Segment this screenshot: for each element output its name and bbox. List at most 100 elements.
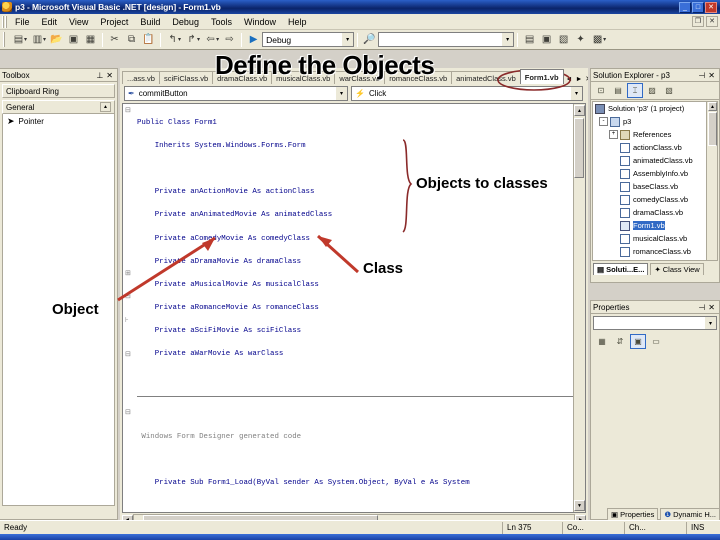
object-browser-icon[interactable]: ▩ xyxy=(589,32,606,48)
toolbox-section-general[interactable]: General ▲ xyxy=(2,100,115,114)
property-pages-icon[interactable]: ▣ xyxy=(630,334,646,349)
outline-toggle-commit-button[interactable]: ⊟ xyxy=(125,408,131,416)
vertical-scroll-thumb[interactable] xyxy=(574,118,584,178)
tree-node-project[interactable]: - p3 xyxy=(593,115,717,128)
alphabetic-icon[interactable]: ⇵ xyxy=(612,334,628,349)
menu-project[interactable]: Project xyxy=(94,16,134,28)
undo-icon[interactable]: ↰ xyxy=(164,32,181,48)
find-in-files-icon[interactable]: 🔎 xyxy=(361,32,378,48)
new-project-icon[interactable]: ▤ xyxy=(10,32,27,48)
open-file-icon[interactable]: 📂 xyxy=(48,32,65,48)
view-designer-icon[interactable]: ▧ xyxy=(661,83,677,98)
code-line-collapsed-region[interactable]: Windows Form Designer generated code xyxy=(137,432,573,444)
menu-window[interactable]: Window xyxy=(238,16,282,28)
properties-grid[interactable] xyxy=(593,351,717,501)
chevron-down-icon[interactable]: ▾ xyxy=(570,87,582,100)
tree-node-file[interactable]: animatedClass.vb xyxy=(593,154,717,167)
tab-class-view[interactable]: ✦ Class View xyxy=(650,263,704,275)
menu-file[interactable]: File xyxy=(9,16,36,28)
outlining-gutter[interactable]: ⊟ ⊞ ⊟ ⊦ ⊟ ⊟ xyxy=(123,104,135,512)
navigate-forward-icon[interactable]: ⇨ xyxy=(221,32,238,48)
categorized-icon[interactable]: ▦ xyxy=(594,334,610,349)
document-close-button[interactable]: ✕ xyxy=(706,16,718,27)
toolbox-section-clipboard-ring[interactable]: Clipboard Ring xyxy=(2,84,115,98)
tab-form1[interactable]: Form1.vb xyxy=(519,69,564,84)
source-code[interactable]: Public Class Form1 Inherits System.Windo… xyxy=(135,104,573,512)
tree-scroll-thumb[interactable] xyxy=(708,112,717,146)
tree-node-solution[interactable]: Solution 'p3' (1 project) xyxy=(593,102,717,115)
tree-node-file[interactable]: romanceClass.vb xyxy=(593,245,717,258)
solution-explorer-icon[interactable]: ▤ xyxy=(521,32,538,48)
tab-scroll-left-icon[interactable]: ◄ xyxy=(566,76,573,83)
tab-animatedclass[interactable]: animatedClass.vb xyxy=(451,71,521,84)
outline-toggle-class[interactable]: ⊟ xyxy=(125,106,131,114)
scroll-down-button[interactable]: ▼ xyxy=(574,500,585,511)
solution-explorer-close-icon[interactable]: ✕ xyxy=(708,71,715,80)
tree-node-references[interactable]: + References xyxy=(593,128,717,141)
member-name-combo[interactable]: ⚡ Click ▾ xyxy=(351,86,583,101)
tree-node-file[interactable]: comedyClass.vb xyxy=(593,193,717,206)
solution-explorer-pin-icon[interactable]: ⊣ xyxy=(698,71,705,80)
class-view-icon[interactable]: ✦ xyxy=(572,32,589,48)
document-restore-button[interactable]: ❐ xyxy=(692,16,704,27)
tree-node-file[interactable]: sciFiClass.vb xyxy=(593,258,717,260)
tab-warclass[interactable]: warClass.vb xyxy=(334,71,386,84)
tab-musicalclass[interactable]: musicalClass.vb xyxy=(271,71,336,84)
toolbox-close-icon[interactable]: ✕ xyxy=(106,71,113,80)
tab-dramaclass[interactable]: dramaClass.vb xyxy=(212,71,273,84)
solution-tree[interactable]: Solution 'p3' (1 project) - p3 + Referen… xyxy=(592,101,718,261)
chevron-down-icon[interactable]: ▾ xyxy=(335,87,347,100)
copy-icon[interactable]: ⧉ xyxy=(123,32,140,48)
close-button[interactable]: ✕ xyxy=(705,1,717,13)
start-debug-icon[interactable]: ▶ xyxy=(245,32,262,48)
view-code-icon[interactable]: ▨ xyxy=(644,83,660,98)
menu-edit[interactable]: Edit xyxy=(36,16,64,28)
toolbar-grip[interactable] xyxy=(3,32,7,47)
toolbox-scroll-up-icon[interactable]: ▲ xyxy=(100,102,111,112)
toolbox-icon[interactable]: ▧ xyxy=(555,32,572,48)
tab-scificlass[interactable]: sciFiClass.vb xyxy=(158,71,214,84)
outline-toggle-rating-combo[interactable]: ⊟ xyxy=(125,350,131,358)
tab-close-icon[interactable]: ✕ xyxy=(585,75,588,83)
cut-icon[interactable]: ✂ xyxy=(106,32,123,48)
add-new-item-icon[interactable]: ▥ xyxy=(29,32,46,48)
expander-icon[interactable]: + xyxy=(609,130,618,139)
tab-solution-explorer[interactable]: ▤ Soluti...E... xyxy=(593,263,649,275)
menu-help[interactable]: Help xyxy=(282,16,313,28)
save-icon[interactable]: ▣ xyxy=(65,32,82,48)
scroll-up-button[interactable]: ▲ xyxy=(574,105,585,116)
navigate-back-icon[interactable]: ⇦ xyxy=(202,32,219,48)
chevron-down-icon[interactable]: ▾ xyxy=(501,33,514,46)
properties-icon[interactable]: ⊡ xyxy=(593,83,609,98)
tab-scroll-right-icon[interactable]: ► xyxy=(575,76,582,83)
show-all-files-icon[interactable]: ▤ xyxy=(610,83,626,98)
class-name-combo[interactable]: ✒ commitButton ▾ xyxy=(124,86,348,101)
tree-node-file[interactable]: AssemblyInfo.vb xyxy=(593,167,717,180)
paste-icon[interactable]: 📋 xyxy=(140,32,157,48)
find-combo[interactable]: ▾ xyxy=(378,32,515,47)
menu-grip[interactable] xyxy=(2,15,7,28)
tree-node-form1[interactable]: Form1.vb xyxy=(593,219,717,232)
menu-build[interactable]: Build xyxy=(134,16,166,28)
tab-romanceclass[interactable]: romanceClass.vb xyxy=(384,71,453,84)
save-all-icon[interactable]: ▦ xyxy=(82,32,99,48)
properties-pin-icon[interactable]: ⊣ xyxy=(698,303,705,312)
redo-icon[interactable]: ↱ xyxy=(183,32,200,48)
refresh-icon[interactable]: ⌶ xyxy=(627,83,643,98)
editor-vertical-scrollbar[interactable]: ▲ ▼ xyxy=(573,104,585,512)
toolbox-item-pointer[interactable]: ➤ Pointer xyxy=(3,114,114,129)
properties-close-icon[interactable]: ✕ xyxy=(708,303,715,312)
menu-tools[interactable]: Tools xyxy=(205,16,238,28)
tree-node-file[interactable]: baseClass.vb xyxy=(593,180,717,193)
events-icon[interactable]: ▭ xyxy=(648,334,664,349)
chevron-down-icon[interactable]: ▾ xyxy=(704,317,716,329)
tab-actionclass[interactable]: ...ass.vb xyxy=(122,71,160,84)
tree-node-file[interactable]: musicalClass.vb xyxy=(593,232,717,245)
tree-vertical-scrollbar[interactable]: ▲ xyxy=(706,102,717,260)
expander-icon[interactable]: - xyxy=(599,117,608,126)
menu-view[interactable]: View xyxy=(63,16,94,28)
minimize-button[interactable]: _ xyxy=(679,1,691,13)
tree-node-file[interactable]: dramaClass.vb xyxy=(593,206,717,219)
solution-configuration-combo[interactable]: Debug ▾ xyxy=(262,32,355,47)
maximize-button[interactable]: □ xyxy=(692,1,704,13)
